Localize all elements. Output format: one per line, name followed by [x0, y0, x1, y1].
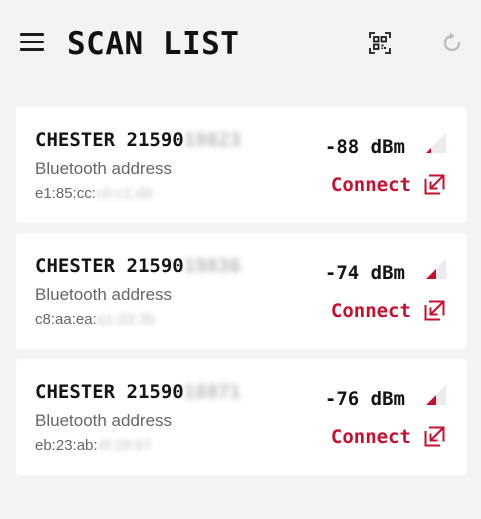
bluetooth-address: e1:85:cc:c0:c1:d9: [35, 185, 153, 202]
device-name: CHESTER 2159018871: [35, 381, 241, 403]
address-label: Bluetooth address: [35, 285, 173, 304]
rssi-value: -76 dBm: [324, 388, 405, 410]
open-link-icon[interactable]: [424, 426, 445, 447]
address-label: Bluetooth address: [35, 411, 173, 430]
connect-button[interactable]: Connect: [331, 300, 411, 322]
rssi-value: -74 dBm: [324, 262, 405, 284]
open-link-icon[interactable]: [424, 174, 445, 195]
page-title: SCAN LIST: [67, 26, 240, 62]
device-name: CHESTER 2159019836: [35, 255, 241, 277]
bluetooth-address: c8:aa:ea:a1:d3:3b: [35, 311, 156, 328]
device-card[interactable]: CHESTER 2159018871 Bluetooth address eb:…: [16, 359, 467, 475]
device-card[interactable]: CHESTER 2159019836 Bluetooth address c8:…: [16, 233, 467, 349]
signal-strength-icon: [426, 133, 446, 153]
open-link-icon[interactable]: [424, 300, 445, 321]
connect-button[interactable]: Connect: [331, 174, 411, 196]
device-card[interactable]: CHESTER 2159019823 Bluetooth address e1:…: [16, 107, 467, 223]
rssi-value: -88 dBm: [324, 136, 405, 158]
address-label: Bluetooth address: [35, 159, 173, 178]
signal-strength-icon: [426, 385, 446, 405]
refresh-icon[interactable]: [440, 31, 464, 55]
connect-button[interactable]: Connect: [331, 426, 411, 448]
app-bar: SCAN LIST: [0, 0, 481, 90]
menu-icon[interactable]: [20, 33, 44, 53]
qr-code-scan-icon[interactable]: [369, 32, 391, 54]
signal-strength-icon: [426, 259, 446, 279]
bluetooth-address: eb:23:ab:4f:28:97: [35, 437, 152, 454]
device-name: CHESTER 2159019823: [35, 129, 241, 151]
